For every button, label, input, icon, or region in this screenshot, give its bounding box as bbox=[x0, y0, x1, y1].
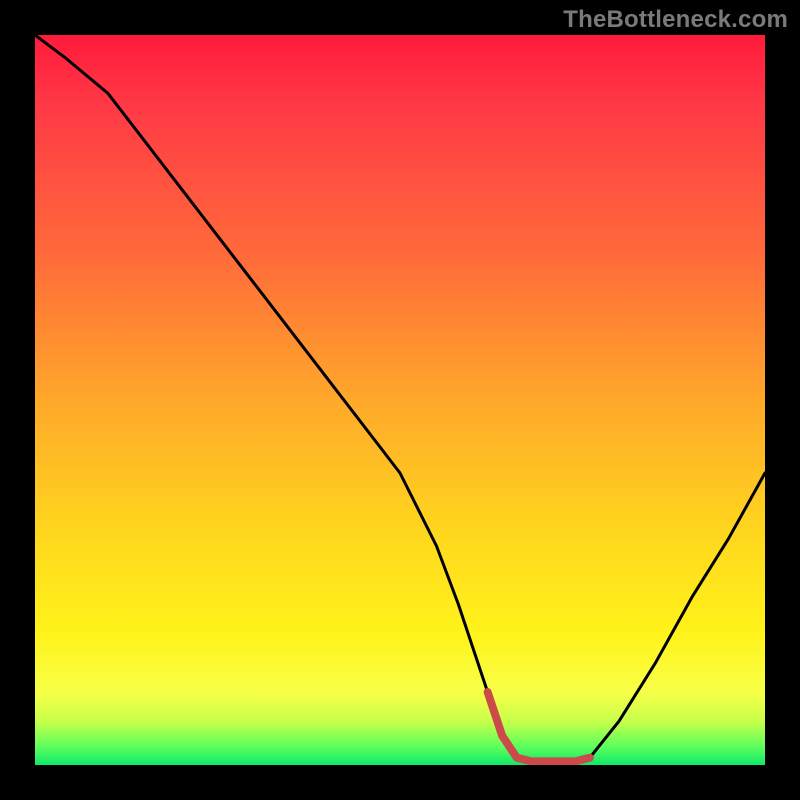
bottleneck-curve bbox=[35, 35, 765, 761]
watermark-text: TheBottleneck.com bbox=[563, 6, 788, 34]
optimal-zone-segment bbox=[488, 692, 590, 761]
chart-frame: TheBottleneck.com bbox=[0, 0, 800, 800]
plot-area bbox=[35, 35, 765, 765]
curve-layer bbox=[35, 35, 765, 765]
